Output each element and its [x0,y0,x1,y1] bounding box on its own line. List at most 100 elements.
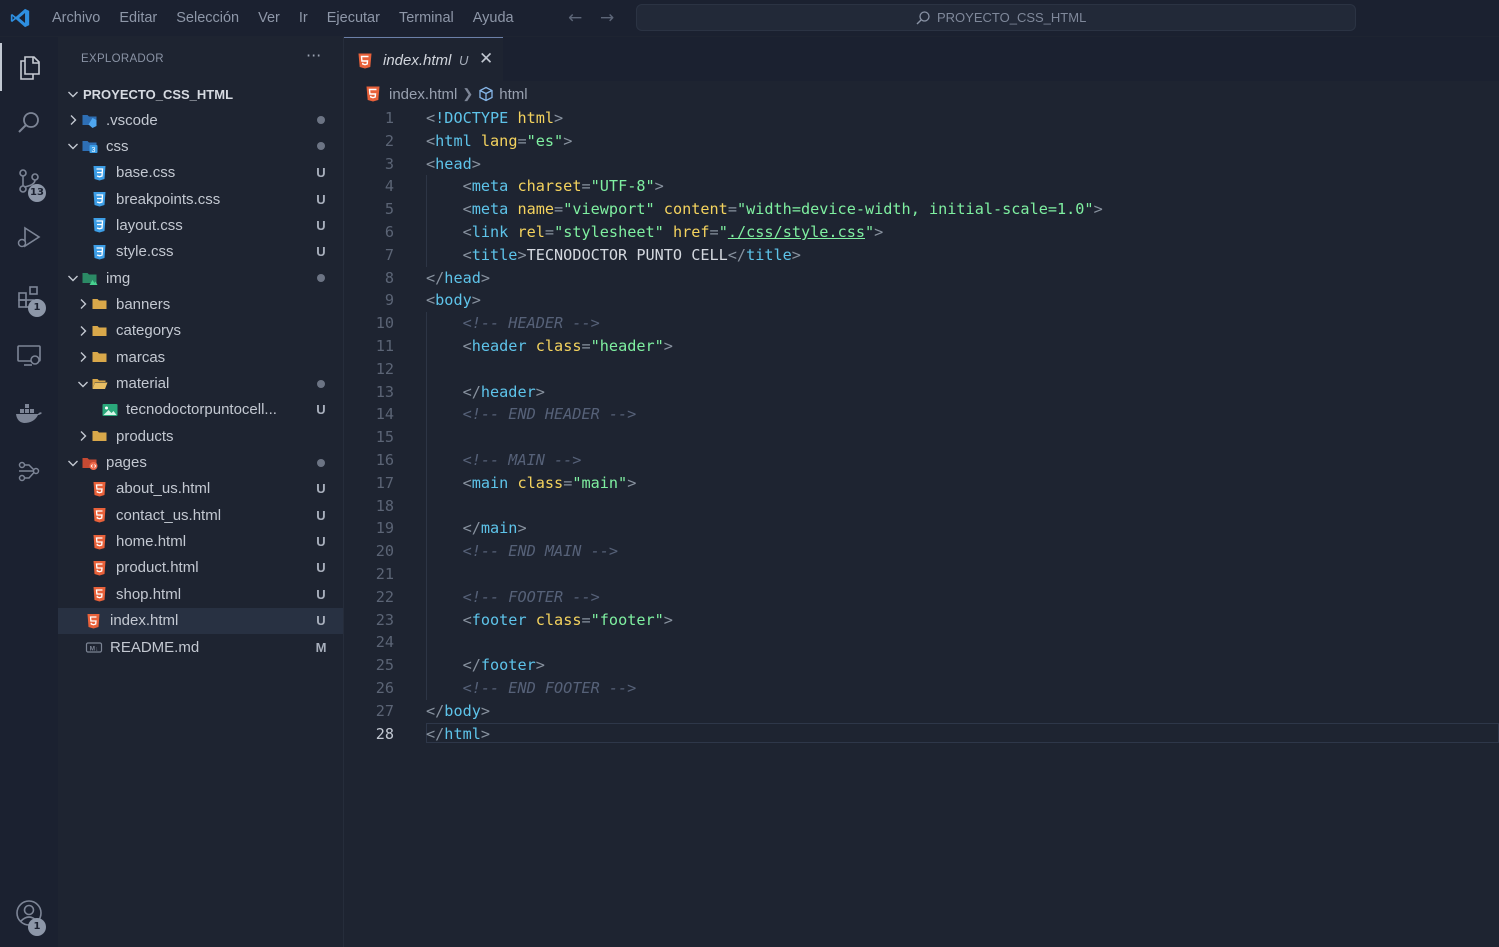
run-debug-icon [17,226,41,248]
search-button[interactable] [0,99,58,147]
code-line[interactable]: 25 </footer> [344,654,1499,677]
git-status: M [315,639,327,655]
code-line[interactable]: 14 <!-- END HEADER --> [344,403,1499,426]
code-line[interactable]: 11 <header class="header"> [344,335,1499,358]
editor-area: index.html U ✕ index.html ❯ html 1 <!DOCT… [344,37,1499,947]
back-arrow-icon[interactable]: ← [568,8,582,28]
project-root-folder[interactable]: PROYECTO_CSS_HTML [58,81,343,107]
css-file-icon [91,165,109,181]
tree-item[interactable]: contact_us.html U [58,502,343,528]
menu-terminal[interactable]: Terminal [399,10,454,26]
tree-item[interactable]: banners [58,291,343,317]
tree-item-label: base.css [116,164,176,182]
more-actions-button[interactable]: ··· [306,46,321,65]
tree-item[interactable]: tecnodoctorpuntocell... U [58,397,343,423]
code-line[interactable]: 3 <head> [344,153,1499,176]
tree-item[interactable]: M↓ README.md M [58,634,343,660]
tab-index-html[interactable]: index.html U ✕ [344,37,503,81]
vscode-logo-icon [10,8,30,28]
code-line[interactable]: 27 </body> [344,700,1499,723]
code-line[interactable]: 18 [344,495,1499,518]
code-line[interactable]: 23 <footer class="footer"> [344,609,1499,632]
tree-item[interactable]: 3 css [58,133,343,159]
tree-item[interactable]: base.css U [58,160,343,186]
code-line[interactable]: 9 <body> [344,289,1499,312]
code-line[interactable]: 26 <!-- END FOOTER --> [344,677,1499,700]
menu-ayuda[interactable]: Ayuda [473,10,514,26]
code-line[interactable]: 17 <main class="main"> [344,472,1499,495]
run-debug-button[interactable] [0,213,58,261]
html5-icon [91,560,109,576]
code-line[interactable]: 10 <!-- HEADER --> [344,312,1499,335]
breadcrumb-file[interactable]: index.html [389,86,457,103]
tree-item[interactable]: .vscode [58,107,343,133]
tree-item[interactable]: breakpoints.css U [58,186,343,212]
tree-item[interactable]: layout.css U [58,212,343,238]
modified-dot-icon [317,274,325,283]
command-center[interactable]: PROYECTO_CSS_HTML [636,4,1356,31]
git-status: U [316,165,326,181]
source-control-button[interactable]: 13 [0,157,58,205]
explorer-button[interactable] [0,43,58,91]
code-line[interactable]: 15 [344,426,1499,449]
tree-item[interactable]: products [58,423,343,449]
code-text: <!-- END FOOTER --> [462,679,637,697]
tree-item-label: product.html [116,559,199,577]
menu-seleccin[interactable]: Selección [176,10,239,26]
line-number: 23 [375,610,394,629]
code-line[interactable]: 24 [344,631,1499,654]
image-folder-icon [81,270,99,286]
remote-explorer-button[interactable] [0,331,58,379]
accounts-button[interactable]: 1 [0,889,58,937]
code-line[interactable]: 6 <link rel="stylesheet" href="./css/sty… [344,221,1499,244]
code-line[interactable]: 7 <title>TECNODOCTOR PUNTO CELL</title> [344,244,1499,267]
tree-item[interactable]: img [58,265,343,291]
code-line[interactable]: 16 <!-- MAIN --> [344,449,1499,472]
tree-item[interactable]: pages [58,450,343,476]
forward-arrow-icon[interactable]: → [600,8,614,28]
source-control-badge: 13 [28,184,46,202]
close-icon[interactable]: ✕ [479,49,493,69]
tree-item[interactable]: categorys [58,318,343,344]
code-line[interactable]: 2 <html lang="es"> [344,130,1499,153]
line-number: 11 [375,337,394,355]
code-line[interactable]: 12 [344,358,1499,381]
breadcrumb-symbol[interactable]: html [499,86,527,103]
code-text: <!-- MAIN --> [462,451,582,469]
docker-button[interactable] [0,389,58,437]
code-line[interactable]: 28 </html> [344,722,1499,746]
chevron-right-icon [75,428,91,444]
line-number: 20 [375,542,394,561]
line-number: 27 [375,701,394,720]
tree-item[interactable]: index.html U [58,607,343,634]
menu-editar[interactable]: Editar [119,10,157,26]
menu-ejecutar[interactable]: Ejecutar [327,10,380,26]
extensions-button[interactable]: 1 [0,273,58,321]
code-line[interactable]: 21 [344,563,1499,586]
css-file-icon [91,191,109,207]
tree-item[interactable]: home.html U [58,529,343,555]
code-line[interactable]: 19 </main> [344,517,1499,540]
extensions-badge: 1 [28,299,46,317]
tree-item[interactable]: shop.html U [58,581,343,607]
menu-ver[interactable]: Ver [258,10,280,26]
code-line[interactable]: 8 </head> [344,267,1499,290]
source-graph-button[interactable] [0,447,58,495]
code-line[interactable]: 1 <!DOCTYPE html> [344,107,1499,130]
menu-archivo[interactable]: Archivo [52,10,100,26]
code-line[interactable]: 20 <!-- END MAIN --> [344,540,1499,563]
menu-ir[interactable]: Ir [299,10,308,26]
tree-item[interactable]: marcas [58,344,343,370]
html5-icon [91,507,109,523]
tree-item[interactable]: material [58,371,343,397]
tree-item[interactable]: product.html U [58,555,343,581]
git-status: U [316,244,326,260]
tree-item[interactable]: style.css U [58,239,343,265]
svg-text:3: 3 [92,147,96,154]
code-line[interactable]: 13 </header> [344,381,1499,404]
code-line[interactable]: 22 <!-- FOOTER --> [344,586,1499,609]
tree-item[interactable]: about_us.html U [58,476,343,502]
code-line[interactable]: 4 <meta charset="UTF-8"> [344,175,1499,198]
code-line[interactable]: 5 <meta name="viewport" content="width=d… [344,198,1499,221]
